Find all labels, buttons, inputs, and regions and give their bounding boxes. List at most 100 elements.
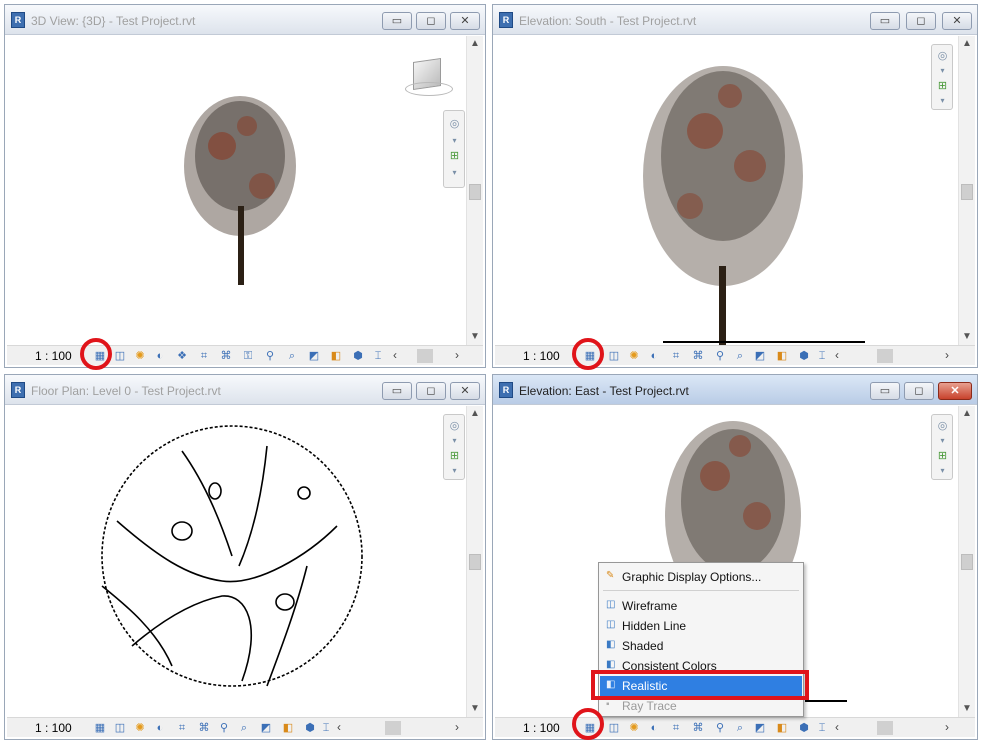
sun-path-icon[interactable]: ✺ [627, 349, 641, 363]
navigation-bar[interactable]: ◎ ▾ ⊞ ▾ [931, 414, 953, 480]
close-button[interactable]: ✕ [450, 12, 480, 30]
horizontal-scroll-thumb[interactable] [417, 349, 433, 363]
zoom-region-icon[interactable]: ⊞ [935, 449, 950, 464]
maximize-button[interactable]: ◻ [416, 382, 446, 400]
scroll-up-icon[interactable]: ▲ [959, 406, 975, 422]
minimize-button[interactable]: ▭ [382, 12, 412, 30]
zoom-region-icon[interactable]: ⊞ [935, 79, 950, 94]
vertical-scrollbar[interactable]: ▲ ▼ [958, 406, 975, 717]
minimize-button[interactable]: ▭ [382, 382, 412, 400]
minimize-button[interactable]: ▭ [870, 382, 900, 400]
vertical-scrollbar[interactable]: ▲ ▼ [958, 36, 975, 345]
highlight-icon[interactable]: ◧ [775, 349, 789, 363]
scroll-thumb[interactable] [961, 184, 973, 200]
scale-label[interactable]: 1 : 100 [35, 721, 72, 735]
analysis-icon[interactable]: ◩ [307, 349, 321, 363]
reveal-constraints-icon[interactable]: ⌶ [815, 349, 829, 363]
scroll-thumb[interactable] [469, 184, 481, 200]
highlight-icon[interactable]: ◧ [775, 721, 789, 735]
zoom-region-icon[interactable]: ⊞ [447, 149, 462, 164]
title-bar[interactable]: R 3D View: {3D} - Test Project.rvt ▭ ◻ ✕ [5, 5, 485, 35]
render-icon[interactable]: ❖ [175, 349, 189, 363]
visual-style-icon[interactable]: ◫ [607, 721, 621, 735]
scroll-down-icon[interactable]: ▼ [959, 329, 975, 345]
visual-style-icon[interactable]: ◫ [113, 349, 127, 363]
scroll-down-icon[interactable]: ▼ [467, 701, 483, 717]
view-cube[interactable]: view-cube-icon [405, 56, 453, 100]
dropdown-arrow-icon[interactable]: ▾ [935, 93, 950, 108]
title-bar[interactable]: R Elevation: East - Test Project.rvt ▭ ◻… [493, 375, 977, 405]
close-button[interactable]: ✕ [938, 382, 972, 400]
scale-label[interactable]: 1 : 100 [523, 349, 560, 363]
scroll-left-icon[interactable]: ‹ [337, 720, 341, 734]
menu-item-shaded[interactable]: ◧ Shaded [600, 636, 802, 656]
scale-label[interactable]: 1 : 100 [523, 721, 560, 735]
show-crop-icon[interactable]: ⌘ [219, 349, 233, 363]
reveal-constraints-icon[interactable]: ⌶ [371, 349, 385, 363]
zoom-region-icon[interactable]: ⊞ [447, 449, 462, 464]
horizontal-scroll-thumb[interactable] [877, 349, 893, 363]
shadows-icon[interactable]: ◐ [647, 349, 661, 363]
dropdown-arrow-icon[interactable]: ▾ [447, 165, 462, 180]
analysis-icon[interactable]: ◩ [259, 721, 273, 735]
dropdown-arrow-icon[interactable]: ▾ [447, 433, 462, 448]
steering-wheel-icon[interactable]: ◎ [447, 117, 462, 132]
temporary-hide-icon[interactable]: ⚲ [217, 721, 231, 735]
temporary-hide-icon[interactable]: ⚲ [263, 349, 277, 363]
crop-icon[interactable]: ⌗ [197, 349, 211, 363]
navigation-bar[interactable]: ◎ ▾ ⊞ ▾ [443, 110, 465, 188]
dropdown-arrow-icon[interactable]: ▾ [447, 463, 462, 478]
close-button[interactable]: ✕ [942, 12, 972, 30]
vertical-scrollbar[interactable]: ▲ ▼ [466, 36, 483, 345]
title-bar[interactable]: R Elevation: South - Test Project.rvt ▭ … [493, 5, 977, 35]
scroll-right-icon[interactable]: › [945, 720, 949, 734]
sun-path-icon[interactable]: ✺ [133, 721, 147, 735]
reveal-hidden-icon[interactable]: ⌕ [733, 721, 747, 735]
show-crop-icon[interactable]: ⌘ [691, 349, 705, 363]
workset-icon[interactable]: ⬢ [351, 349, 365, 363]
analysis-icon[interactable]: ◩ [753, 721, 767, 735]
dropdown-arrow-icon[interactable]: ▾ [935, 63, 950, 78]
scroll-left-icon[interactable]: ‹ [835, 720, 839, 734]
highlight-icon[interactable]: ◧ [281, 721, 295, 735]
drawing-canvas[interactable]: ◎ ▾ ⊞ ▾ [495, 36, 957, 345]
highlight-icon[interactable]: ◧ [329, 349, 343, 363]
show-crop-icon[interactable]: ⌘ [691, 721, 705, 735]
shadows-icon[interactable]: ◐ [153, 349, 167, 363]
scroll-up-icon[interactable]: ▲ [959, 36, 975, 52]
scroll-thumb[interactable] [961, 554, 973, 570]
workset-icon[interactable]: ⬢ [797, 349, 811, 363]
menu-item-hidden-line[interactable]: ◫ Hidden Line [600, 616, 802, 636]
scroll-down-icon[interactable]: ▼ [467, 329, 483, 345]
workset-icon[interactable]: ⬢ [797, 721, 811, 735]
sun-path-icon[interactable]: ✺ [133, 349, 147, 363]
visual-style-icon[interactable]: ◫ [607, 349, 621, 363]
maximize-button[interactable]: ◻ [904, 382, 934, 400]
reveal-constraints-icon[interactable]: ⌶ [319, 721, 333, 735]
steering-wheel-icon[interactable]: ◎ [935, 49, 950, 64]
scroll-right-icon[interactable]: › [455, 348, 459, 362]
horizontal-scroll-thumb[interactable] [385, 721, 401, 735]
maximize-button[interactable]: ◻ [416, 12, 446, 30]
lock-view-icon[interactable]: ⚿ [241, 349, 255, 363]
scroll-right-icon[interactable]: › [945, 348, 949, 362]
crop-icon[interactable]: ⌗ [175, 721, 189, 735]
scroll-left-icon[interactable]: ‹ [393, 348, 397, 362]
scroll-right-icon[interactable]: › [455, 720, 459, 734]
scroll-left-icon[interactable]: ‹ [835, 348, 839, 362]
vertical-scrollbar[interactable]: ▲ ▼ [466, 406, 483, 717]
temporary-hide-icon[interactable]: ⚲ [713, 349, 727, 363]
detail-level-icon[interactable]: ▦ [93, 721, 107, 735]
scale-label[interactable]: 1 : 100 [35, 349, 72, 363]
menu-item-graphic-display-options[interactable]: ✎ Graphic Display Options... [600, 567, 802, 587]
steering-wheel-icon[interactable]: ◎ [447, 419, 462, 434]
crop-icon[interactable]: ⌗ [669, 349, 683, 363]
navigation-bar[interactable]: ◎ ▾ ⊞ ▾ [443, 414, 465, 480]
navigation-bar[interactable]: ◎ ▾ ⊞ ▾ [931, 44, 953, 110]
reveal-hidden-icon[interactable]: ⌕ [237, 721, 251, 735]
dropdown-arrow-icon[interactable]: ▾ [935, 433, 950, 448]
temporary-hide-icon[interactable]: ⚲ [713, 721, 727, 735]
scroll-thumb[interactable] [469, 554, 481, 570]
close-button[interactable]: ✕ [450, 382, 480, 400]
reveal-constraints-icon[interactable]: ⌶ [815, 721, 829, 735]
